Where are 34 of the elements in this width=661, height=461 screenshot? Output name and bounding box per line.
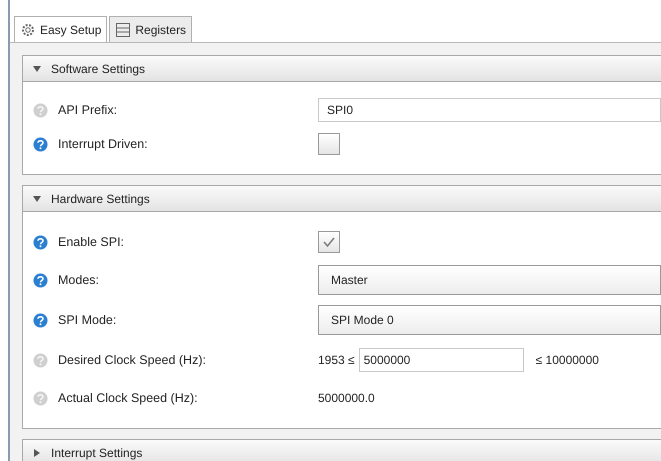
field-label: Interrupt Driven:: [58, 136, 148, 153]
field-label: SPI Mode:: [58, 312, 116, 329]
checkbox[interactable]: [318, 133, 340, 155]
section-header[interactable]: Hardware Settings: [23, 186, 661, 212]
expanded-arrow-icon: [33, 64, 41, 72]
field-label: Desired Clock Speed (Hz):: [58, 352, 206, 369]
dropdown[interactable]: SPI Mode 0: [318, 305, 661, 335]
field-label: Enable SPI:: [58, 234, 124, 251]
field-label: Modes:: [58, 272, 99, 289]
field-label: API Prefix:: [58, 102, 118, 119]
check-icon: [322, 235, 336, 249]
section-title: Software Settings: [51, 60, 146, 78]
value-text: 5000000.0: [318, 390, 375, 407]
tab[interactable]: Easy Setup: [14, 16, 108, 42]
expanded-arrow-icon: [33, 194, 41, 202]
list-icon: [115, 22, 132, 38]
max-value: ≤ 10000000: [536, 352, 599, 369]
field-label: Actual Clock Speed (Hz):: [58, 390, 198, 407]
section-title: Interrupt Settings: [51, 444, 142, 461]
number-field[interactable]: 5000000: [358, 348, 524, 372]
collapsed-arrow-icon: [33, 448, 41, 456]
tab[interactable]: Registers: [109, 16, 192, 42]
text-field[interactable]: SPI0: [318, 98, 661, 122]
min-value: 1953 ≤: [318, 352, 355, 369]
section-header[interactable]: Interrupt Settings: [23, 440, 661, 461]
help-icon[interactable]: [33, 272, 48, 288]
gear-icon: [20, 22, 36, 38]
section-header[interactable]: Software Settings: [23, 56, 661, 82]
section-title: Hardware Settings: [51, 190, 150, 208]
help-icon[interactable]: [33, 136, 48, 152]
help-icon[interactable]: [33, 234, 48, 250]
checkbox[interactable]: [318, 231, 340, 253]
help-icon[interactable]: [33, 312, 48, 328]
dropdown[interactable]: Master: [318, 265, 661, 295]
